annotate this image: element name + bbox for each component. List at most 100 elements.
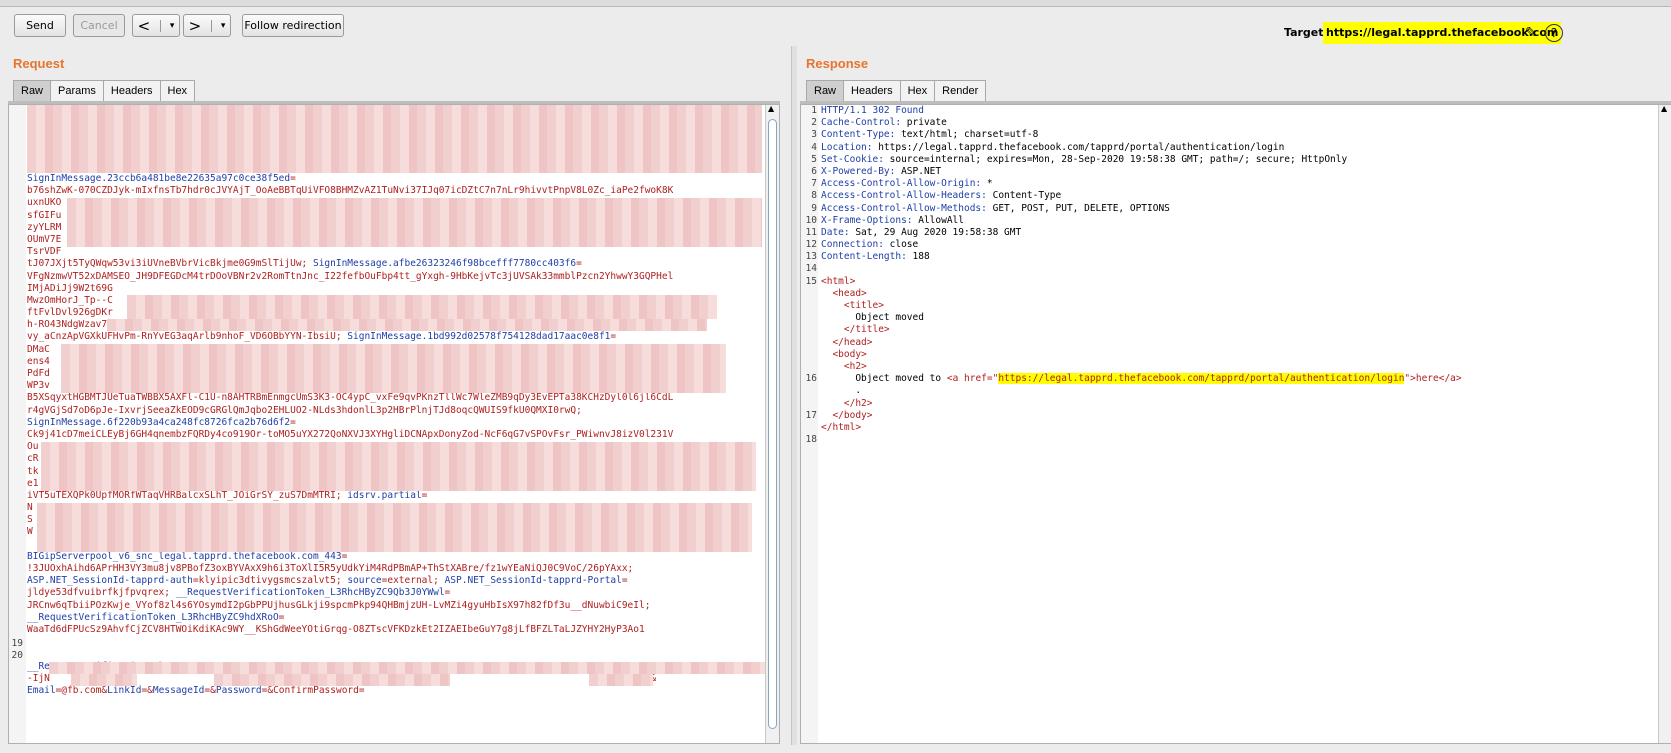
code-line: </h2> — [803, 398, 1648, 410]
param-value: VFgNzmwVT52xDAMSEO_JH9DFEGDcM4trDOoVBNr2… — [27, 270, 674, 282]
code-line: !3JUOxhAihd6APrHH3VY3mu8jv8PBofZ3oxBYVAx… — [27, 563, 762, 575]
param-name: SignInMessage.afbe26323246f98bcefff7780c… — [312, 258, 577, 270]
param-value: = — [341, 550, 348, 562]
redacted-block — [107, 319, 707, 331]
code-line: 10 X-Frame-Options: AllowAll — [803, 215, 1648, 227]
request-scrollbar[interactable]: ▲ — [765, 105, 779, 743]
code-line: tJ07JXjt5TyQWqw53vi3iUVneBVbrVicBkjme0G9… — [27, 258, 762, 270]
line-number: 16 — [805, 373, 817, 385]
pencil-icon[interactable]: ✎ — [1522, 24, 1540, 42]
html-tag: <html> — [821, 275, 856, 287]
chevron-down-icon[interactable]: ▾ — [170, 21, 175, 31]
redacted-block — [37, 503, 752, 552]
code-line: 12 Connection: close — [803, 239, 1648, 251]
body-text: Object moved to — [855, 373, 947, 385]
tab-params[interactable]: Params — [50, 80, 104, 101]
param-value: DMaC — [27, 343, 50, 355]
code-line: </html> — [803, 422, 1648, 434]
redacted-block — [49, 662, 769, 674]
param-value: =klyipic3dtivygsmcszalvt5; — [192, 575, 348, 587]
header-value: 188 — [906, 251, 930, 263]
code-line: 5 Set-Cookie: source=internal; expires=Mo… — [803, 154, 1648, 166]
param-value: IMjADiJj9W2t69G — [27, 282, 113, 294]
header-value: https://legal.tapprd.thefacebook.com/tap… — [872, 141, 1285, 153]
param-name: SignInMessage.6f220b93a4ca248fc8726fca2b… — [27, 416, 291, 428]
param-value: = — [576, 258, 582, 270]
header-value: Sat, 29 Aug 2020 19:58:38 GMT — [849, 226, 1022, 238]
request-body[interactable]: SignInMessage.23ccb6a481be8e22635a97c0ce… — [27, 173, 762, 697]
header-name: X-Powered-By: — [821, 165, 896, 177]
line-gutter: 19 20 — [9, 105, 26, 743]
header-name: Date: — [821, 226, 850, 238]
follow-redirection-button[interactable]: Follow redirection — [242, 14, 344, 37]
param-value: OUmV7E — [27, 233, 62, 245]
param-value: tk — [27, 465, 39, 477]
code-line: SignInMessage.6f220b93a4ca248fc8726fca2b… — [27, 417, 762, 429]
html-tag: </h2> — [843, 397, 873, 409]
tab-raw[interactable]: Raw — [13, 80, 52, 101]
tab-headers[interactable]: Headers — [843, 80, 901, 101]
tab-hex[interactable]: Hex — [899, 80, 936, 101]
back-button[interactable]: < ▾ — [132, 14, 180, 37]
line-number: 4 — [811, 141, 817, 153]
header-name: Cache-Control: — [821, 117, 902, 129]
code-line: 1 HTTP/1.1 302 Found — [803, 105, 1648, 117]
cancel-button[interactable]: Cancel — [73, 14, 125, 37]
title-text: Object moved — [855, 312, 924, 324]
tab-headers[interactable]: Headers — [102, 80, 161, 101]
chevron-down-icon[interactable]: ▾ — [221, 21, 226, 31]
param-value — [27, 648, 33, 659]
param-value: Ou — [27, 441, 39, 453]
request-editor[interactable]: 19 20 SignInMessage.23ccb6a481be8e22635a… — [8, 104, 780, 744]
scroll-up-icon[interactable]: ▲ — [768, 105, 774, 113]
html-tag: </html> — [821, 421, 862, 433]
param-name: idsrv.partial — [347, 489, 422, 501]
param-value: N — [27, 502, 33, 514]
code-line: 7 Access-Control-Allow-Origin: * — [803, 178, 1648, 190]
param-name: LinkId — [107, 684, 142, 696]
response-editor[interactable]: 1 HTTP/1.1 302 Found 2 Cache-Control: priva… — [800, 104, 1671, 744]
pane-divider[interactable] — [791, 46, 797, 753]
code-line: 16 Object moved to <a href="https://lega… — [803, 373, 1648, 385]
param-value: ens4 — [27, 355, 50, 367]
help-icon[interactable]: ? — [1545, 24, 1563, 42]
header-value: AllowAll — [912, 214, 964, 226]
header-name: Access-Control-Allow-Methods: — [821, 202, 987, 214]
html-tag: <body> — [832, 348, 867, 360]
param-name: BIGipServerpool_v6_snc_legal.tapprd.thef… — [27, 550, 342, 562]
send-button[interactable]: Send — [14, 14, 66, 37]
param-name: __RequestVerificationToken_L3RhcHByZC9hd… — [27, 611, 279, 623]
param-name: __RequestVerificationToken_L3RhcHByZC9Qb… — [175, 587, 445, 599]
forward-button[interactable]: > ▾ — [183, 14, 231, 37]
param-value: = — [290, 173, 296, 184]
tab-hex[interactable]: Hex — [159, 80, 196, 101]
body-text: . — [855, 385, 862, 397]
forward-arrow-icon: > — [188, 16, 202, 35]
redacted-block — [71, 674, 137, 686]
param-value: TsrVDF — [27, 246, 62, 258]
header-value: ASP.NET — [895, 165, 942, 177]
request-tabs: Raw Params Headers Hex — [13, 80, 196, 101]
scroll-up-icon[interactable]: ▲ — [1661, 105, 1667, 113]
param-value: = — [421, 489, 428, 501]
code-line: vy_aCnzApVGXkUFHvPm-RnYvEG3aqArlb9nhoF_V… — [27, 331, 762, 343]
redacted-block — [67, 198, 762, 247]
code-line: BIGipServerpool_v6_snc_legal.tapprd.thef… — [27, 551, 762, 563]
param-name: SignInMessage.23ccb6a481be8e22635a97c0ce… — [27, 173, 291, 184]
code-line: 13 Content-Length: 188 — [803, 251, 1648, 263]
param-name: Password — [215, 684, 262, 696]
header-name: Access-Control-Allow-Origin: — [821, 178, 982, 190]
response-body[interactable]: 1 HTTP/1.1 302 Found 2 Cache-Control: priva… — [803, 105, 1648, 446]
tab-raw[interactable]: Raw — [806, 80, 845, 101]
response-scrollbar[interactable]: ▲ — [1658, 105, 1671, 743]
code-line: JRCnw6qTbiiPOzKwje_VYof8zl4s6YOsymdI2pGb… — [27, 600, 762, 612]
scrollbar-thumb[interactable] — [768, 119, 777, 729]
tab-render[interactable]: Render — [934, 80, 987, 101]
code-line: IMjADiJj9W2t69G — [27, 283, 762, 295]
param-name: ASP.NET_SessionId-tapprd-auth — [27, 575, 193, 587]
redacted-block — [214, 674, 450, 686]
param-value: b76shZwK-070CZDJyk-mIxfnsTb7hdr0cJVYAjT_… — [27, 185, 674, 197]
